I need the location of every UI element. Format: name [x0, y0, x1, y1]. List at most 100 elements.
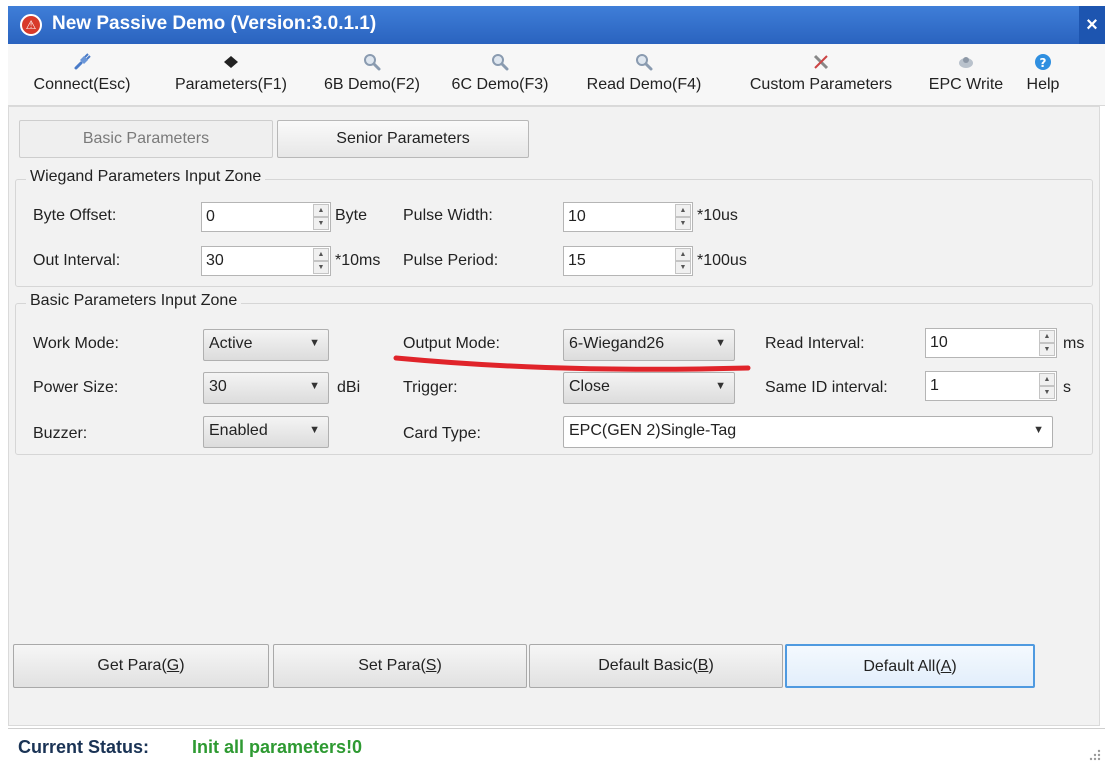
tab-basic-parameters[interactable]: Basic Parameters	[19, 120, 273, 158]
work-mode-label: Work Mode:	[33, 335, 119, 352]
power-size-unit: dBi	[337, 379, 361, 396]
magnifier-icon	[636, 54, 653, 71]
power-size-label: Power Size:	[33, 379, 119, 396]
toolbar-read-demo-label: Read Demo(F4)	[586, 76, 702, 93]
card-type-label: Card Type:	[403, 425, 481, 442]
pulse-period-spinner[interactable]: 15 ▲ ▼	[563, 246, 693, 276]
default-basic-end: )	[708, 657, 714, 674]
toolbar-custom-parameters[interactable]: Custom Parameters	[728, 44, 914, 106]
byte-offset-spinner[interactable]: 0 ▲ ▼	[201, 202, 331, 232]
toolbar-connect-label: Connect(Esc)	[33, 76, 131, 93]
default-basic-text: Default Basic(	[598, 657, 698, 674]
chip-icon	[224, 56, 238, 68]
pulse-period-label: Pulse Period:	[403, 252, 499, 269]
default-basic-hotkey: B	[697, 657, 709, 674]
set-para-end: )	[436, 657, 442, 674]
pulse-width-label: Pulse Width:	[403, 207, 493, 224]
tab-senior-parameters[interactable]: Senior Parameters	[277, 120, 529, 158]
magnifier-icon	[364, 54, 381, 71]
default-all-end: )	[951, 658, 957, 675]
help-icon: ?	[1035, 54, 1051, 70]
chevron-down-icon: ▼	[715, 380, 726, 392]
pulse-width-unit: *10us	[697, 207, 738, 224]
set-para-text: Set Para(	[358, 657, 426, 674]
toolbar-epc-write[interactable]: EPC Write	[916, 44, 1016, 106]
pulse-width-arrows[interactable]: ▲ ▼	[675, 204, 691, 230]
wiegand-group-title: Wiegand Parameters Input Zone	[26, 168, 266, 186]
wiegand-parameters-group: Wiegand Parameters Input Zone	[15, 168, 1093, 287]
app-icon: ⚠	[20, 14, 42, 36]
toolbar-6b-demo[interactable]: 6B Demo(F2)	[314, 44, 430, 106]
basic-group-title: Basic Parameters Input Zone	[26, 292, 242, 310]
magnifier-icon	[492, 54, 509, 71]
title-bar[interactable]: ⚠ New Passive Demo (Version:3.0.1.1) ×	[8, 6, 1105, 44]
pulse-period-value: 15	[568, 252, 586, 269]
read-interval-arrows[interactable]: ▲ ▼	[1039, 330, 1055, 356]
same-id-interval-value: 1	[930, 377, 939, 394]
pulse-period-arrows[interactable]: ▲ ▼	[675, 248, 691, 274]
chevron-down-icon: ▼	[309, 337, 320, 349]
svg-text:?: ?	[1040, 56, 1047, 70]
plug-icon	[74, 53, 91, 70]
buzzer-select[interactable]: Enabled ▼	[203, 416, 329, 448]
toolbar-help-label: Help	[1026, 76, 1060, 93]
toolbar-connect[interactable]: Connect(Esc)	[16, 44, 148, 106]
toolbar-custom-parameters-label: Custom Parameters	[749, 76, 893, 93]
power-size-select[interactable]: 30 ▼	[203, 372, 329, 404]
out-interval-label: Out Interval:	[33, 252, 121, 269]
chevron-down-icon: ▼	[715, 337, 726, 349]
output-mode-label: Output Mode:	[403, 335, 500, 352]
get-para-text: Get Para(	[97, 657, 167, 674]
work-mode-select[interactable]: Active ▼	[203, 329, 329, 361]
get-para-button[interactable]: Get Para(G)	[13, 644, 269, 688]
status-label: Current Status:	[18, 737, 150, 757]
toolbar-6b-demo-label: 6B Demo(F2)	[323, 76, 421, 93]
byte-offset-unit: Byte	[335, 207, 368, 224]
disc-icon	[959, 57, 973, 68]
toolbar-read-demo[interactable]: Read Demo(F4)	[570, 44, 718, 106]
pulse-width-spinner[interactable]: 10 ▲ ▼	[563, 202, 693, 232]
toolbar-parameters-label: Parameters(F1)	[174, 76, 288, 93]
get-para-hotkey: G	[166, 657, 180, 674]
window-title: New Passive Demo (Version:3.0.1.1)	[52, 13, 377, 34]
resize-grip-icon[interactable]	[1089, 749, 1101, 761]
work-mode-value: Active	[209, 335, 253, 352]
byte-offset-arrows[interactable]: ▲ ▼	[313, 204, 329, 230]
same-id-interval-label: Same ID interval:	[765, 379, 888, 396]
toolbar-parameters[interactable]: Parameters(F1)	[160, 44, 302, 106]
toolbar-epc-write-label: EPC Write	[928, 76, 1004, 93]
pulse-width-value: 10	[568, 208, 586, 225]
toolbar-help[interactable]: ? Help	[1018, 44, 1068, 106]
toolbar: Connect(Esc) Parameters(F1) 6B Demo(F2) …	[8, 44, 1105, 106]
read-interval-label: Read Interval:	[765, 335, 865, 352]
tools-icon	[813, 54, 829, 70]
set-para-button[interactable]: Set Para(S)	[273, 644, 527, 688]
byte-offset-label: Byte Offset:	[33, 207, 117, 224]
toolbar-6c-demo[interactable]: 6C Demo(F3)	[442, 44, 558, 106]
status-value: Init all parameters!0	[192, 737, 363, 757]
get-para-end: )	[179, 657, 185, 674]
card-type-value: EPC(GEN 2)Single-Tag	[569, 422, 737, 439]
read-interval-value: 10	[930, 334, 948, 351]
default-all-button[interactable]: Default All(A)	[785, 644, 1035, 688]
same-id-interval-spinner[interactable]: 1 ▲ ▼	[925, 371, 1057, 401]
out-interval-arrows[interactable]: ▲ ▼	[313, 248, 329, 274]
read-interval-unit: ms	[1063, 335, 1085, 352]
default-basic-button[interactable]: Default Basic(B)	[529, 644, 783, 688]
close-button[interactable]: ×	[1079, 6, 1105, 44]
out-interval-value: 30	[206, 252, 224, 269]
annotation-underline	[393, 355, 751, 372]
out-interval-spinner[interactable]: 30 ▲ ▼	[201, 246, 331, 276]
toolbar-6c-demo-label: 6C Demo(F3)	[451, 76, 549, 93]
set-para-hotkey: S	[425, 657, 437, 674]
card-type-select[interactable]: EPC(GEN 2)Single-Tag ▼	[563, 416, 1053, 448]
power-size-value: 30	[209, 378, 227, 395]
read-interval-spinner[interactable]: 10 ▲ ▼	[925, 328, 1057, 358]
trigger-value: Close	[569, 378, 610, 395]
same-id-interval-arrows[interactable]: ▲ ▼	[1039, 373, 1055, 399]
buzzer-value: Enabled	[209, 422, 268, 439]
out-interval-unit: *10ms	[335, 252, 381, 269]
chevron-down-icon: ▼	[1033, 424, 1044, 436]
buzzer-label: Buzzer:	[33, 425, 88, 442]
parameters-panel: Basic Parameters Senior Parameters Wiega…	[8, 106, 1100, 726]
